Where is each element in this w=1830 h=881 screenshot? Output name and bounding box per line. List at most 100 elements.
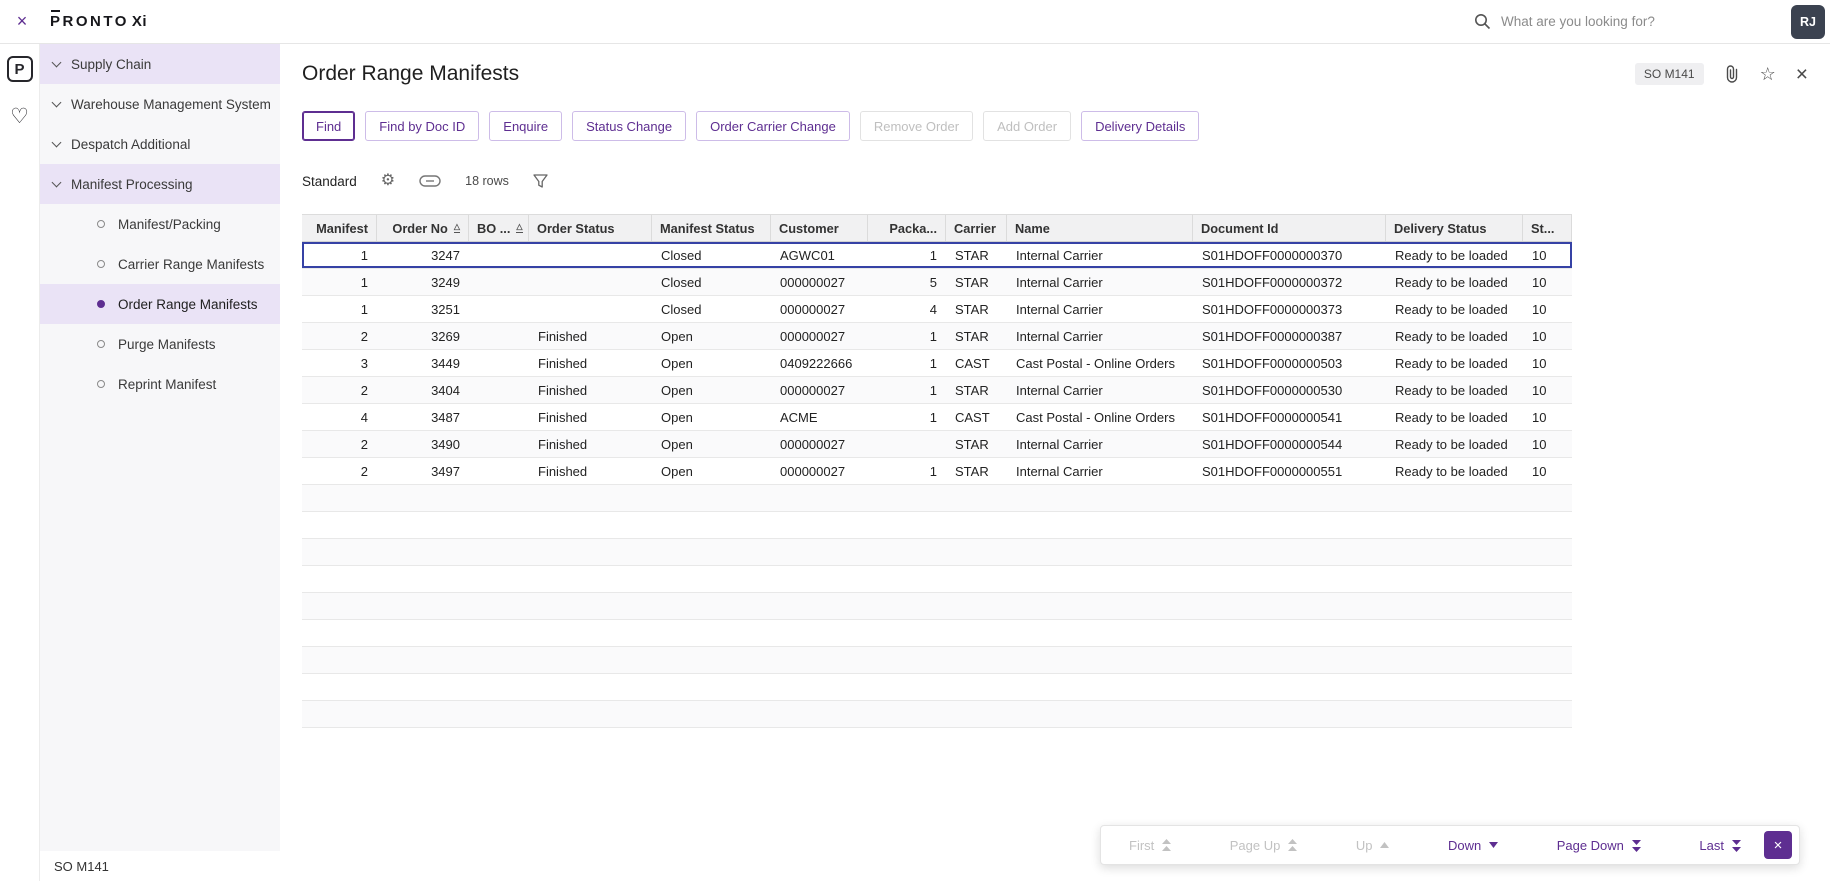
column-header-customer[interactable]: Customer [771,215,868,241]
global-search-input[interactable] [1501,14,1751,29]
table-cell: 10 [1532,436,1547,452]
table-row[interactable]: 1 3247 Closed AGWC01 1 STAR Internal Carrier S0… [302,242,1572,269]
settings-gear-icon[interactable]: ⚙ [381,173,395,189]
delivery-details-button[interactable]: Delivery Details [1081,111,1200,141]
find-by-doc-id-button[interactable]: Find by Doc ID [365,111,480,141]
bullet-icon [97,340,105,348]
table-cell: AGWC01 [780,247,835,263]
sidebar-item-carrier-range-manifests[interactable]: Carrier Range Manifests [40,244,280,284]
table-cell [529,242,652,268]
pager-close-button[interactable]: × [1764,831,1792,859]
sidebar: Supply Chain Warehouse Management System D… [40,44,280,881]
status-change-button[interactable]: Status Change [572,111,687,141]
table-cell [469,431,529,457]
column-header-label: Packa... [889,220,937,236]
table-row[interactable]: 3 3449 Finished Open 0409222666 1 CAST Cast Pos… [302,350,1572,377]
sidebar-item-manifest-processing[interactable]: Manifest Processing [40,164,280,204]
table-cell: STAR [955,382,989,398]
table-cell: Open [661,328,693,344]
table-cell: Finished [538,409,588,425]
sidebar-item-reprint-manifest[interactable]: Reprint Manifest [40,364,280,404]
column-header-label: Customer [779,220,839,236]
table-cell: S01HDOFF0000000503 [1202,355,1343,371]
double-down-icon [1731,839,1742,852]
column-header-st[interactable]: St... [1523,215,1572,241]
table-cell: Cast Postal - Online Orders [1016,355,1175,371]
table-cell: 10 [1532,328,1547,344]
table-cell: S01HDOFF0000000541 [1202,409,1343,425]
nav-last-button[interactable]: Last [1699,838,1742,853]
paperclip-icon[interactable] [1724,65,1740,83]
table-cell: CAST [955,355,990,371]
menu-close-button[interactable]: × [0,0,44,43]
table-cell: 0409222666 [780,355,853,371]
table-row[interactable]: 2 3497 Finished Open 000000027 1 STAR Internal … [302,458,1572,485]
table-cell: 000000027 [780,301,846,317]
table-cell: 000000027 [780,328,846,344]
table-cell [469,269,529,295]
table-cell: 3269 [431,328,460,344]
sidebar-item-order-range-manifests[interactable]: Order Range Manifests [40,284,280,324]
nav-page-down-button[interactable]: Page Down [1557,838,1642,853]
column-header-packa[interactable]: Packa... [868,215,946,241]
column-header-delivery-status[interactable]: Delivery Status [1386,215,1523,241]
table-cell: Open [661,382,693,398]
column-header-order-status[interactable]: Order Status [529,215,652,241]
enquire-button[interactable]: Enquire [489,111,563,141]
table-cell: Ready to be loaded [1395,436,1508,452]
nav-button-label: First [1129,837,1155,853]
table-cell: 000000027 [780,382,846,398]
table-cell: Internal Carrier [1016,274,1103,290]
table-cell: Internal Carrier [1016,382,1103,398]
column-header-document-id[interactable]: Document Id [1193,215,1386,241]
table-cell: 3 [360,355,368,371]
table-row[interactable]: 2 3490 Finished Open 000000027 STAR Internal C… [302,431,1572,458]
sidebar-item-purge-manifests[interactable]: Purge Manifests [40,324,280,364]
grid-body: 1 3247 Closed AGWC01 1 STAR Internal Carrier S0… [302,242,1572,728]
page-close-button[interactable]: × [1796,64,1808,85]
table-cell: 2 [360,382,368,398]
sort-asc-icon[interactable]: △ [453,222,460,233]
sidebar-item-despatch-additional[interactable]: Despatch Additional [40,124,280,164]
table-cell: S01HDOFF0000000551 [1202,463,1343,479]
table-row[interactable]: 4 3487 Finished Open ACME 1 CAST Cast Postal - … [302,404,1572,431]
global-search [1474,13,1751,30]
table-row[interactable]: 2 3404 Finished Open 000000027 1 STAR Internal … [302,377,1572,404]
user-avatar[interactable]: RJ [1791,4,1825,39]
column-header-manifest[interactable]: Manifest [302,215,377,241]
nav-button-label: Last [1699,837,1724,853]
table-cell: CAST [955,409,990,425]
column-header-manifest-status[interactable]: Manifest Status [652,215,771,241]
column-header-bo[interactable]: BO ... △ [469,215,529,241]
find-button[interactable]: Find [302,111,356,141]
pronto-p-icon[interactable]: P [6,56,33,82]
favorites-heart-icon[interactable]: ♡ [10,106,29,127]
table-cell [469,458,529,484]
empty-row [302,647,1572,674]
logo-text: PRONTO [50,13,129,30]
sidebar-subitem-label: Purge Manifests [118,336,216,352]
column-header-order-no[interactable]: Order No △ [377,215,469,241]
table-row[interactable]: 1 3249 Closed 000000027 5 STAR Internal Carrie… [302,269,1572,296]
table-row[interactable]: 1 3251 Closed 000000027 4 STAR Internal Carrie… [302,296,1572,323]
sidebar-item-manifest-packing[interactable]: Manifest/Packing [40,204,280,244]
table-cell: Internal Carrier [1016,247,1103,263]
search-icon[interactable] [1474,13,1491,30]
view-tab-standard[interactable]: Standard [302,174,357,189]
table-cell: Ready to be loaded [1395,328,1508,344]
table-row[interactable]: 2 3269 Finished Open 000000027 1 STAR Internal … [302,323,1572,350]
double-up-icon [1161,838,1172,852]
favorite-star-icon[interactable]: ☆ [1760,65,1776,83]
logo-suffix: Xi [131,13,148,30]
sort-asc-icon[interactable]: △ [516,222,523,233]
table-cell [529,296,652,322]
table-cell: 10 [1532,463,1547,479]
sidebar-item-supply-chain[interactable]: Supply Chain [40,44,280,84]
sidebar-item-warehouse-management-system[interactable]: Warehouse Management System [40,84,280,124]
column-header-name[interactable]: Name [1007,215,1193,241]
collapse-pill-icon[interactable] [419,175,441,187]
order-carrier-change-button[interactable]: Order Carrier Change [696,111,850,141]
filter-icon[interactable] [533,174,548,188]
nav-down-button[interactable]: Down [1448,838,1499,853]
column-header-carrier[interactable]: Carrier [946,215,1007,241]
